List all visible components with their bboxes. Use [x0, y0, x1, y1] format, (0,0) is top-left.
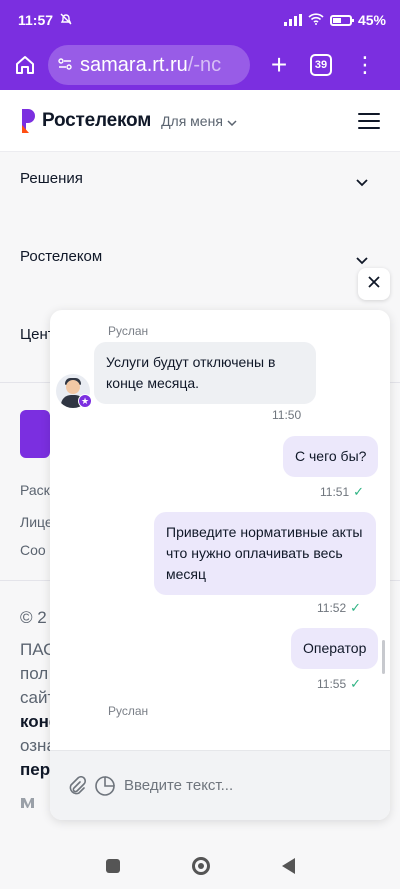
chat-message-input[interactable] — [124, 770, 374, 801]
status-time: 11:57 — [18, 12, 54, 28]
check-icon: ✓ — [353, 484, 365, 499]
site-settings-icon[interactable] — [58, 57, 72, 73]
message-time: 11:55 ✓ — [317, 676, 361, 692]
chat-message-outgoing: С чего бы? — [283, 436, 379, 477]
copyright: © 2 — [20, 608, 47, 627]
status-bar: 11:57 45% — [0, 0, 400, 40]
more-menu-icon[interactable]: ⋮ — [354, 54, 376, 76]
operator-name: Руслан — [108, 324, 149, 338]
chat-input-bar — [50, 750, 390, 820]
close-icon — [368, 275, 380, 293]
chat-message-outgoing: Оператор — [291, 628, 379, 669]
check-icon: ✓ — [350, 676, 362, 691]
wifi-icon — [308, 12, 324, 28]
url-path: /-nc — [187, 53, 222, 76]
system-navigation-bar — [0, 842, 400, 889]
chat-message-incoming: Услуги будут отключены в конце месяца. — [94, 342, 316, 404]
footer-text: пол — [20, 664, 49, 683]
check-icon: ✓ — [350, 600, 362, 615]
sticker-icon[interactable] — [94, 775, 116, 797]
home-nav-icon[interactable] — [191, 856, 210, 875]
operator-name: Руслан — [108, 704, 149, 718]
hamburger-menu-icon[interactable] — [358, 112, 380, 129]
message-time-value: 11:52 — [317, 601, 347, 615]
message-time-value: 11:51 — [320, 485, 350, 499]
message-time: 11:52 ✓ — [317, 600, 361, 616]
message-time: 11:50 — [272, 408, 301, 422]
tab-switcher-button[interactable]: 39 — [310, 54, 332, 76]
browser-toolbar: samara.rt.ru/-nc + 39 ⋮ — [0, 40, 400, 90]
audience-label: Для меня — [161, 112, 223, 129]
address-bar[interactable]: samara.rt.ru/-nc — [48, 45, 250, 85]
new-tab-icon[interactable]: + — [264, 49, 294, 81]
chevron-down-icon[interactable] — [356, 252, 368, 268]
accordion-rostelecom[interactable]: Ростелеком — [20, 248, 102, 265]
home-icon[interactable] — [10, 50, 40, 80]
audience-selector[interactable]: Для меня — [161, 113, 237, 129]
mute-icon — [59, 12, 73, 29]
star-icon: ★ — [78, 394, 92, 408]
brand-name[interactable]: Ростелеком — [42, 110, 151, 132]
footer-link[interactable]: Соо — [20, 542, 46, 558]
battery-percent: 45% — [357, 12, 386, 28]
message-time-value: 11:55 — [317, 677, 347, 691]
footer-link[interactable]: Лице — [20, 514, 53, 530]
chevron-down-icon — [227, 113, 237, 129]
chat-close-button[interactable] — [358, 268, 390, 300]
chat-message-outgoing: Приведите нормативные акты что нужно опл… — [154, 512, 376, 595]
footer-link[interactable]: Раск — [20, 482, 50, 498]
signal-icon — [283, 14, 302, 26]
footer-link[interactable]: пер — [20, 760, 50, 780]
message-time: 11:51 ✓ — [320, 484, 364, 500]
app-logo — [20, 410, 50, 458]
accordion-solutions[interactable]: Решения — [20, 170, 83, 187]
vk-icon[interactable] — [20, 796, 44, 813]
message-time-value: 11:50 — [272, 408, 302, 422]
chevron-down-icon[interactable] — [356, 174, 368, 190]
site-header: Ростелеком Для меня — [0, 90, 400, 152]
back-icon[interactable] — [281, 857, 295, 874]
battery-icon — [329, 14, 354, 26]
chat-scrollbar[interactable] — [382, 640, 385, 674]
url-domain: samara.rt.ru — [80, 53, 188, 76]
chat-window: Руслан ★ Услуги будут отключены в конце … — [50, 310, 390, 820]
rostelecom-logo[interactable] — [20, 107, 38, 135]
recents-icon[interactable] — [105, 858, 120, 873]
paperclip-icon[interactable] — [66, 775, 88, 797]
